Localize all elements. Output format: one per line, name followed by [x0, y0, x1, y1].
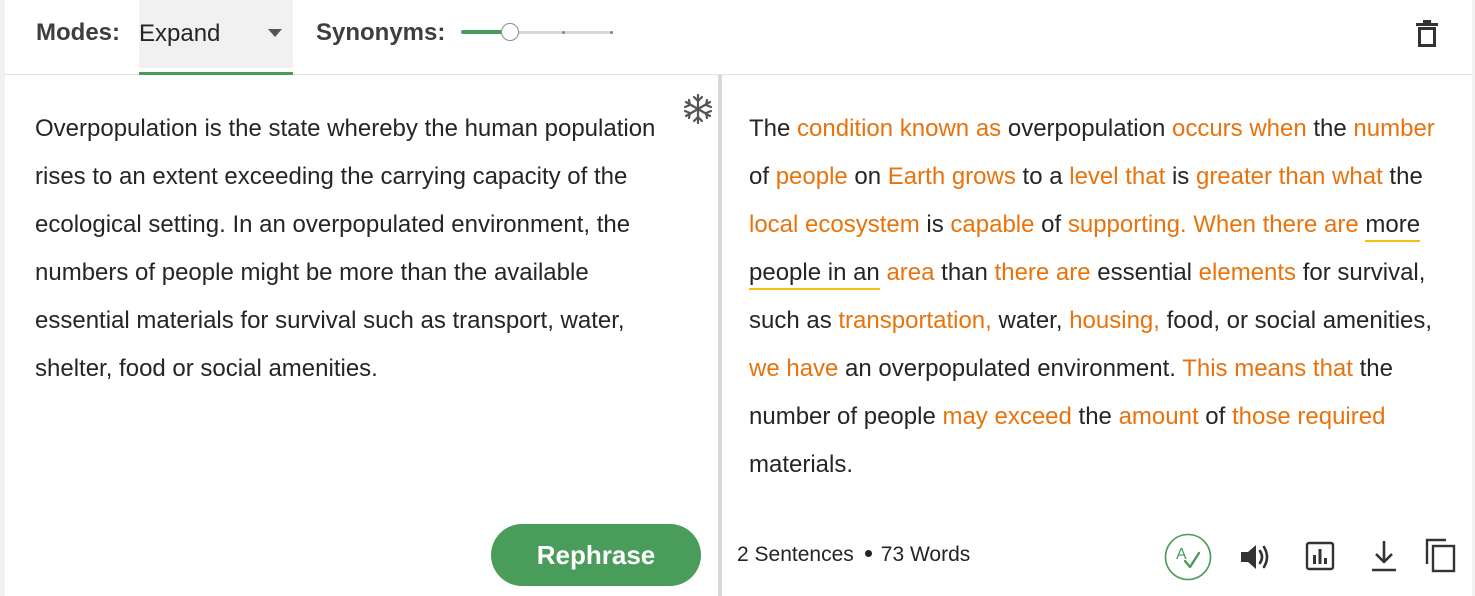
output-text-segment: the [1071, 403, 1119, 430]
changed-phrase[interactable]: amount [1119, 403, 1199, 430]
output-text-segment: essential [1090, 259, 1199, 286]
output-pane: The condition known as overpopulation oc… [722, 75, 1472, 596]
bar-chart-icon[interactable] [1304, 540, 1336, 572]
input-pane: Overpopulation is the state whereby the … [5, 75, 718, 596]
changed-phrase[interactable]: This means that [1182, 355, 1353, 382]
changed-phrase[interactable]: supporting. When there are [1068, 211, 1359, 238]
output-text-segment: The [749, 115, 798, 142]
changed-phrase[interactable]: number [1353, 115, 1434, 142]
download-icon[interactable] [1368, 538, 1400, 574]
rephrase-button[interactable]: Rephrase [491, 524, 701, 586]
changed-phrase[interactable]: capable [950, 211, 1034, 238]
sentence-count: 2 Sentences [737, 543, 854, 566]
changed-phrase[interactable]: Earth grows [888, 163, 1016, 190]
changed-phrase[interactable]: condition known as [797, 115, 1001, 142]
output-text[interactable]: The condition known as overpopulation oc… [749, 105, 1454, 489]
changed-phrase[interactable]: level that [1069, 163, 1165, 190]
changed-phrase[interactable]: area [886, 259, 934, 286]
word-count: 73 Words [880, 543, 971, 566]
output-text-segment: of [1034, 211, 1068, 238]
speaker-icon[interactable] [1238, 540, 1272, 574]
changed-phrase[interactable]: elements [1199, 259, 1296, 286]
output-text-segment: of [749, 163, 776, 190]
bullet-separator [864, 550, 872, 558]
changed-phrase[interactable]: those required [1232, 403, 1385, 430]
changed-phrase[interactable]: housing, [1069, 307, 1160, 334]
changed-phrase[interactable]: local ecosystem [749, 211, 920, 238]
mode-dropdown-value: Expand [139, 20, 221, 47]
synonyms-slider-tick [562, 31, 565, 34]
paraphraser-app: Modes: Expand Synonyms: Overpopulation i… [0, 0, 1475, 596]
changed-phrase[interactable]: may exceed [942, 403, 1071, 430]
changed-phrase[interactable]: there are [995, 259, 1091, 286]
synonyms-slider-thumb[interactable] [501, 23, 519, 41]
chevron-down-icon [268, 29, 282, 37]
output-text-segment: than [934, 259, 995, 286]
output-text-segment: the [1382, 163, 1423, 190]
output-text-segment: to a [1015, 163, 1070, 190]
output-text-segment: of [1198, 403, 1232, 430]
trash-icon[interactable] [1411, 18, 1443, 50]
freeze-snowflake-icon[interactable] [681, 92, 715, 126]
mode-dropdown[interactable]: Expand [139, 0, 293, 68]
toolbar: Modes: Expand Synonyms: [5, 0, 1472, 75]
changed-phrase[interactable]: occurs when [1172, 115, 1307, 142]
input-text[interactable]: Overpopulation is the state whereby the … [35, 105, 675, 393]
output-text-segment: on [847, 163, 888, 190]
changed-phrase[interactable]: people [776, 163, 848, 190]
output-stats: 2 Sentences 73 Words [737, 543, 970, 567]
modes-label: Modes: [36, 19, 120, 46]
changed-phrase[interactable]: transportation, [838, 307, 991, 334]
synonyms-label: Synonyms: [316, 19, 446, 46]
output-text-segment: is [919, 211, 951, 238]
output-text-segment: overpopulation [1001, 115, 1172, 142]
changed-phrase[interactable]: greater than what [1196, 163, 1383, 190]
output-text-segment: the [1306, 115, 1354, 142]
output-text-segment: is [1165, 163, 1196, 190]
synonyms-slider-tick [610, 31, 613, 34]
copy-icon[interactable] [1424, 537, 1458, 573]
changed-phrase[interactable]: we have [749, 355, 838, 382]
output-text-segment: food, or social amenities, [1159, 307, 1433, 334]
output-text-segment: an overpopulated environment. [838, 355, 1183, 382]
output-text-segment: materials. [749, 451, 854, 478]
output-text-segment: water, [991, 307, 1070, 334]
synonyms-slider[interactable] [461, 20, 613, 44]
grammar-check-icon[interactable]: A [1164, 533, 1212, 581]
